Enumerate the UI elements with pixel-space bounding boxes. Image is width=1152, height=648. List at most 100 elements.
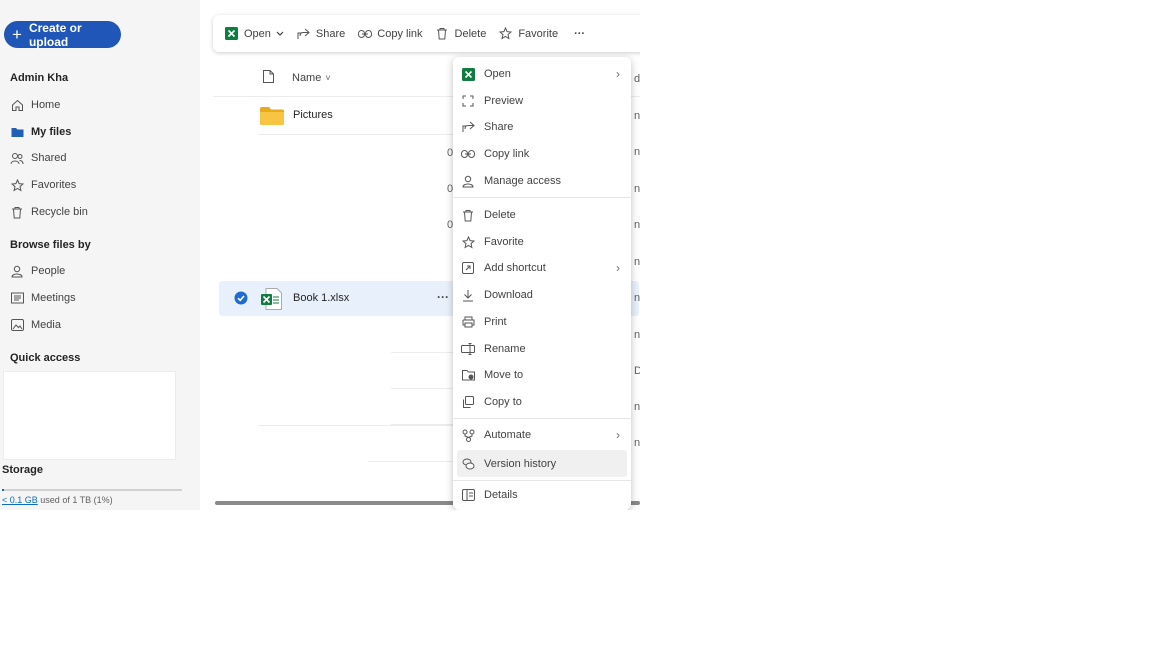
menu-separator [453,197,631,198]
menu-separator [453,418,631,419]
star-icon [499,27,513,41]
copy-icon [461,395,475,409]
trash-icon [436,27,450,41]
more-actions-icon[interactable]: ··· [437,290,449,304]
row-divider [391,388,461,389]
quick-access-panel [3,371,176,460]
more-options-button[interactable]: ··· [574,28,585,40]
share-button[interactable]: Share [297,27,345,41]
move-icon [461,368,475,382]
sidebar-item-favorites[interactable]: Favorites [10,175,76,195]
menu-item-label: Delete [484,209,516,221]
shortcut-icon [461,261,475,275]
menu-item-version-history[interactable]: Version history [457,450,627,477]
column-cut-text: nin [634,146,640,158]
person-icon [10,264,24,278]
chevron-right-icon: › [616,428,620,442]
share-icon [461,120,475,134]
storage-used-link[interactable]: < 0.1 GB [2,495,38,505]
menu-item-copy-to[interactable]: Copy to [457,390,627,414]
menu-item-share[interactable]: Share [457,115,627,139]
menu-item-label: Version history [484,457,557,470]
folder-icon [260,107,284,125]
person-icon [461,174,475,188]
menu-item-automate[interactable]: Automate › [457,423,627,447]
sidebar-item-meetings[interactable]: Meetings [10,288,76,308]
sidebar-item-label: Shared [31,152,67,164]
download-icon [461,288,475,302]
sidebar-item-shared[interactable]: Shared [10,148,66,168]
copy-link-label: Copy link [377,27,423,40]
excel-file-icon [261,288,282,310]
name-column-header[interactable]: Name ˅ [292,72,331,84]
menu-item-preview[interactable]: Preview [457,89,627,113]
sidebar: + Create or upload Admin Kha Home My fil… [0,0,200,510]
menu-item-label: Share [484,121,514,133]
menu-item-label: Move to [484,369,524,381]
menu-item-label: Details [484,489,518,501]
menu-item-copy-link[interactable]: Copy link [457,142,627,166]
sidebar-item-media[interactable]: Media [10,315,61,335]
delete-button[interactable]: Delete [436,27,487,41]
menu-item-label: Copy link [484,148,530,160]
menu-item-manage-access[interactable]: Manage access [457,169,627,193]
favorite-label: Favorite [518,27,559,40]
sidebar-item-label: Meetings [31,292,76,304]
share-icon [297,27,311,41]
column-cut-text: D [634,365,640,377]
row-divider [368,461,458,462]
menu-item-delete[interactable]: Delete [457,203,627,227]
column-cut-text: nin [634,292,640,304]
menu-item-label: Open [484,68,511,80]
link-icon [358,27,373,41]
column-cut-text: nin [634,401,640,413]
star-icon [10,178,24,192]
favorite-button[interactable]: Favorite [499,27,558,41]
menu-item-download[interactable]: Download [457,283,627,307]
column-cut-text: nin [634,256,640,268]
storage-progress-bar [2,489,182,491]
sidebar-item-people[interactable]: People [10,261,65,281]
sidebar-item-label: My files [31,126,72,138]
menu-item-rename[interactable]: Rename [457,337,627,361]
menu-item-print[interactable]: Print [457,310,627,334]
open-button[interactable]: Open [225,27,284,41]
create-or-upload-button[interactable]: + Create or upload [4,21,121,49]
trash-icon [461,208,475,222]
file-name[interactable]: Pictures [293,109,333,121]
browse-heading: Browse files by [10,239,91,251]
menu-item-favorite[interactable]: Favorite [457,230,627,254]
name-header-label: Name [292,72,322,84]
user-name: Admin Kha [10,72,69,84]
home-icon [10,98,24,112]
column-cut-text: nin [634,329,640,341]
menu-item-move-to[interactable]: Move to [457,363,627,387]
chevron-right-icon: › [616,67,620,81]
image-icon [10,318,24,332]
column-cut-text: nin [634,219,640,231]
share-label: Share [315,27,346,40]
file-type-icon [263,70,274,83]
delete-label: Delete [454,27,487,40]
folder-icon [10,125,24,139]
meetings-icon [10,291,24,305]
open-label: Open [244,27,271,40]
preview-icon [461,94,475,108]
onedrive-app: + Create or upload Admin Kha Home My fil… [0,0,640,510]
menu-item-label: Print [484,316,507,328]
menu-item-details[interactable]: Details [457,483,627,507]
ellipsis-icon: ··· [574,27,586,40]
copy-link-button[interactable]: Copy link [358,27,423,41]
sidebar-item-recycle-bin[interactable]: Recycle bin [10,202,88,222]
trash-icon [10,205,24,219]
file-name[interactable]: Book 1.xlsx [293,292,349,304]
selected-check-icon [234,291,248,305]
menu-item-add-shortcut[interactable]: Add shortcut › [457,256,627,280]
context-menu: Open › Preview Share Copy link Manage ac… [453,57,631,510]
version-history-icon [461,457,475,471]
sidebar-item-my-files[interactable]: My files [10,122,71,142]
menu-item-open[interactable]: Open › [457,62,627,86]
sidebar-item-home[interactable]: Home [10,95,60,115]
row-divider [258,134,458,135]
print-icon [461,315,475,329]
